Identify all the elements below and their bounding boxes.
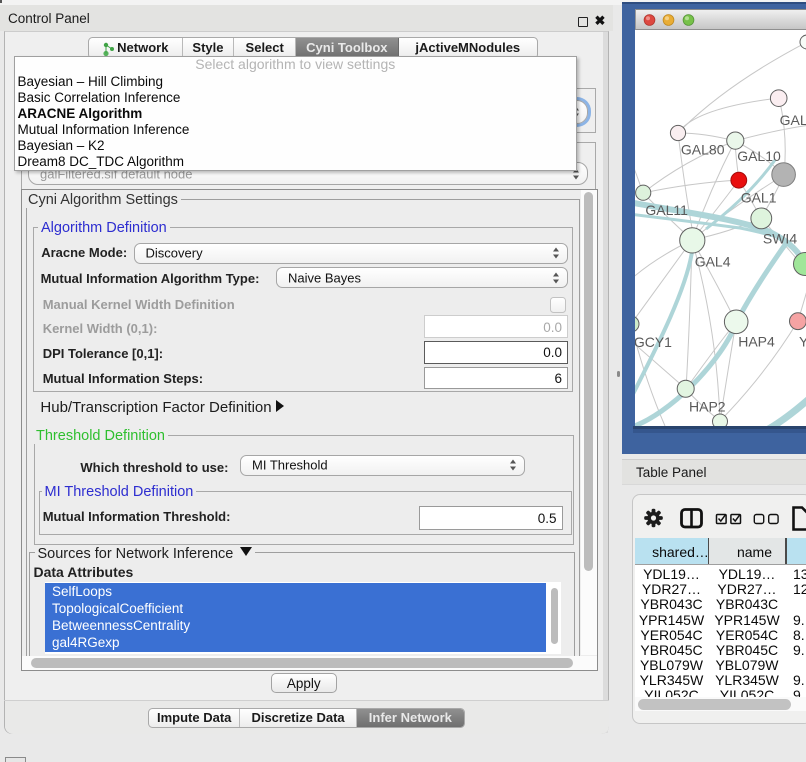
- svg-text:HAP2: HAP2: [689, 399, 726, 415]
- svg-text:YEL: YEL: [799, 334, 806, 350]
- svg-text:GCY1: GCY1: [635, 334, 672, 350]
- svg-text:GAL4: GAL4: [695, 254, 731, 270]
- svg-text:GAL80: GAL80: [681, 142, 725, 158]
- svg-text:HAP4: HAP4: [738, 334, 775, 350]
- svg-text:GAL7: GAL7: [780, 112, 806, 128]
- svg-text:SWI4: SWI4: [763, 231, 797, 247]
- svg-text:GAL10: GAL10: [737, 148, 781, 164]
- svg-text:GAL1: GAL1: [741, 190, 777, 206]
- svg-text:GAL11: GAL11: [645, 202, 688, 218]
